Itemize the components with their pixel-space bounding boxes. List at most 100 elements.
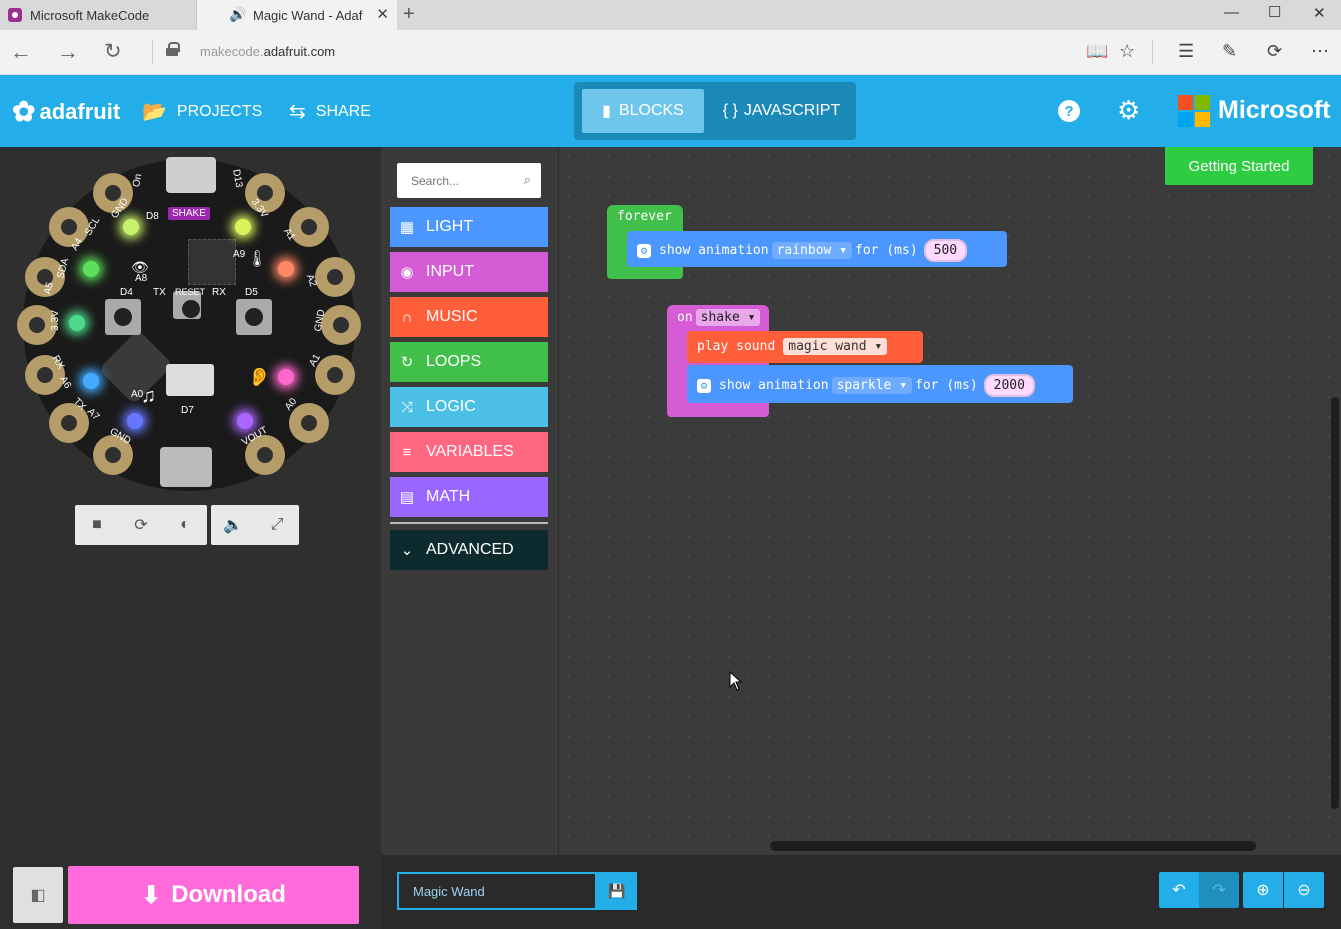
projects-button[interactable]: 📂 PROJECTS	[142, 99, 262, 124]
collapse-simulator-button[interactable]: ◧	[13, 867, 63, 923]
url-field[interactable]: makecode.adafruit.com	[200, 44, 335, 59]
project-name-field	[397, 872, 597, 910]
getting-started-button[interactable]: Getting Started	[1165, 147, 1313, 185]
animation-dropdown[interactable]: rainbow ▾	[771, 242, 853, 259]
tab-magic-wand[interactable]: 🔊 Magic Wand - Adaf ✕	[197, 0, 397, 30]
eye-icon: 👁	[131, 259, 149, 275]
category-variables[interactable]: ≡ VARIABLES	[390, 432, 548, 472]
redo-icon: ↷	[1212, 882, 1226, 899]
category-label: MUSIC	[426, 308, 478, 325]
browser-tab-bar: Microsoft MakeCode 🔊 Magic Wand - Adaf ✕…	[0, 0, 1341, 30]
neopixel-led	[123, 219, 139, 235]
pin-label: 3.3V	[49, 310, 61, 331]
zoom-out-icon: ⊖	[1297, 882, 1311, 899]
category-loops[interactable]: ↻ LOOPS	[390, 342, 548, 382]
undo-button[interactable]: ↶	[1159, 872, 1199, 908]
battery-jack	[160, 447, 212, 487]
category-light[interactable]: ▦ LIGHT	[390, 207, 548, 247]
hub-icon[interactable]: ☰	[1178, 41, 1194, 62]
settings-gear-icon[interactable]: ⚙	[1117, 95, 1140, 126]
slow-mo-icon[interactable]: ◐	[163, 505, 207, 545]
editor-mode-toggle: ▮ BLOCKS { } JAVASCRIPT	[574, 82, 856, 140]
favorite-star-icon[interactable]: ☆	[1119, 41, 1135, 62]
fullscreen-icon[interactable]: ⤢	[255, 505, 299, 545]
speaker-icon[interactable]: 🔊	[229, 6, 246, 23]
pin-label: D8	[146, 211, 159, 222]
pad[interactable]	[289, 403, 329, 443]
javascript-mode-button[interactable]: { } JAVASCRIPT	[714, 89, 849, 133]
stop-icon[interactable]: ■	[75, 505, 119, 545]
collapse-icon: ◧	[30, 887, 46, 904]
maximize-icon[interactable]: ☐	[1268, 3, 1281, 21]
tab-title: Magic Wand - Adaf	[253, 7, 363, 23]
animation-dropdown[interactable]: sparkle ▾	[831, 377, 913, 394]
adafruit-logo[interactable]: ✿ adafruit	[12, 95, 120, 128]
more-icon[interactable]: ⋯	[1311, 41, 1329, 62]
target-icon: ◉	[400, 264, 414, 281]
share-icon: ⇆	[289, 101, 306, 123]
new-tab-icon[interactable]: +	[403, 3, 415, 26]
play-sound-block[interactable]: play sound magic wand ▾	[687, 331, 923, 363]
circuit-playground-board[interactable]: SHAKE On D13 GND 3.3V D8 A1 A9 SCL A4 A2…	[17, 157, 361, 491]
usb-port	[166, 157, 216, 193]
pad[interactable]	[289, 207, 329, 247]
button-a[interactable]	[105, 299, 141, 335]
gear-icon: ⚙	[637, 243, 651, 258]
toolbox: ⌕ ▦ LIGHT ◉ INPUT ∩ MUSIC ↻ LOOPS ⤨ LOGI…	[381, 147, 558, 855]
zoom-in-icon: ⊕	[1256, 882, 1270, 899]
duration-input[interactable]: 2000	[983, 374, 1035, 397]
minimize-icon[interactable]: —	[1224, 4, 1239, 21]
pin-label: D4	[120, 287, 133, 298]
download-button[interactable]: ⬇ Download	[68, 866, 359, 924]
tab-makecode[interactable]: Microsoft MakeCode	[0, 0, 197, 30]
save-button[interactable]: 💾	[597, 872, 637, 910]
mute-icon[interactable]: 🔈	[211, 505, 255, 545]
zoom-in-button[interactable]: ⊕	[1243, 872, 1283, 908]
web-note-icon[interactable]: ✎	[1222, 41, 1237, 62]
microsoft-label[interactable]: Microsoft	[1218, 96, 1331, 125]
divider	[1152, 40, 1153, 64]
redo-button[interactable]: ↷	[1199, 872, 1239, 908]
category-music[interactable]: ∩ MUSIC	[390, 297, 548, 337]
neopixel-led	[83, 261, 99, 277]
folder-icon: 📂	[142, 101, 167, 123]
vertical-scrollbar[interactable]	[1331, 397, 1339, 809]
horizontal-scrollbar[interactable]	[770, 841, 1256, 851]
project-name-input[interactable]	[399, 874, 595, 908]
gesture-dropdown[interactable]: shake ▾	[695, 309, 761, 326]
refresh-icon[interactable]: ↻	[104, 39, 122, 64]
button-b[interactable]	[236, 299, 272, 335]
back-icon[interactable]: ←	[10, 39, 32, 65]
shuffle-icon: ⤨	[400, 398, 413, 416]
category-input[interactable]: ◉ INPUT	[390, 252, 548, 292]
forward-icon[interactable]: →	[57, 39, 79, 65]
window-close-icon[interactable]: ✕	[1313, 4, 1326, 22]
category-advanced[interactable]: ⌄ ADVANCED	[390, 530, 548, 570]
search-icon[interactable]: ⌕	[524, 172, 531, 188]
pad[interactable]	[315, 257, 355, 297]
search-input[interactable]	[397, 163, 515, 198]
blocks-workspace[interactable]: Getting Started forever ⚙ show animation r…	[558, 147, 1341, 855]
show-animation-block[interactable]: ⚙ show animation sparkle ▾ for (ms) 2000	[687, 365, 1073, 403]
category-math[interactable]: ▤ MATH	[390, 477, 548, 517]
grid-icon: ▦	[399, 219, 415, 236]
toolbox-search: ⌕	[397, 163, 541, 198]
toolbox-divider	[390, 522, 548, 524]
restart-icon[interactable]: ⟳	[119, 505, 163, 545]
blocks-mode-button[interactable]: ▮ BLOCKS	[582, 89, 704, 133]
show-animation-block[interactable]: ⚙ show animation rainbow ▾ for (ms) 500	[627, 231, 1007, 267]
save-icon: 💾	[608, 882, 626, 899]
share-browser-icon[interactable]: ⟳	[1267, 41, 1282, 62]
slide-switch[interactable]	[166, 364, 214, 396]
category-label: VARIABLES	[426, 443, 514, 460]
help-icon[interactable]: ?	[1058, 100, 1080, 122]
lines-icon: ≡	[402, 443, 412, 461]
duration-input[interactable]: 500	[923, 239, 968, 262]
close-tab-icon[interactable]: ✕	[376, 5, 389, 23]
zoom-out-button[interactable]: ⊖	[1284, 872, 1324, 908]
reading-view-icon[interactable]: 📖	[1086, 41, 1108, 62]
share-button[interactable]: ⇆ SHARE	[289, 99, 371, 124]
shake-badge[interactable]: SHAKE	[168, 207, 210, 220]
sound-dropdown[interactable]: magic wand ▾	[783, 338, 888, 355]
category-logic[interactable]: ⤨ LOGIC	[390, 387, 548, 427]
